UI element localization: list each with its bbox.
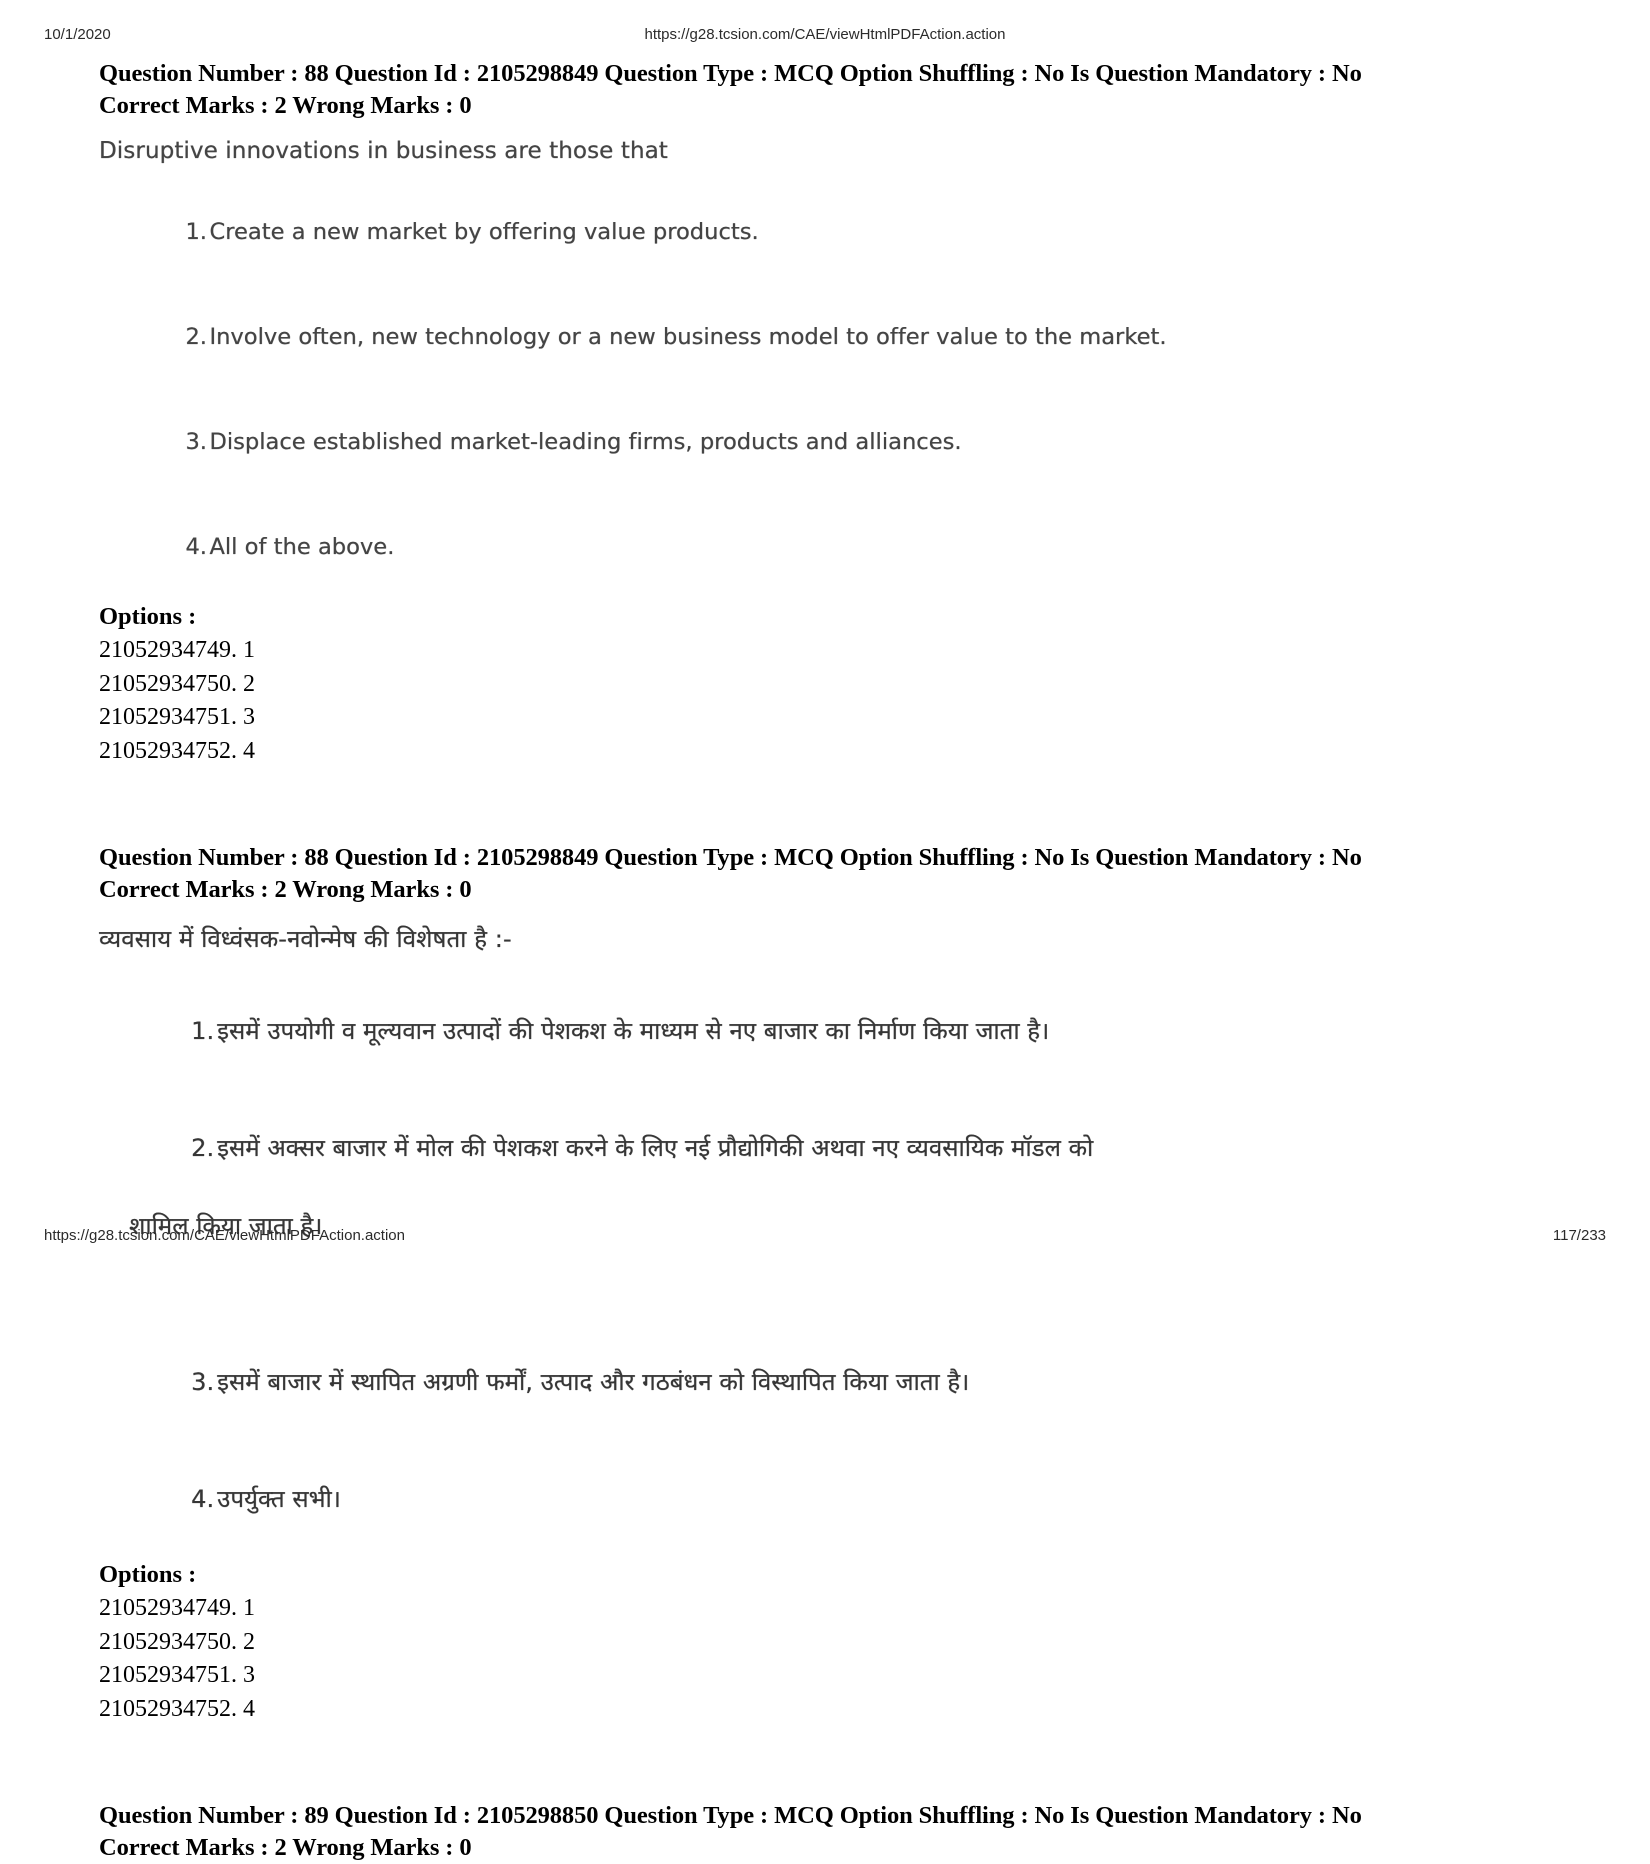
option-row: 21052934750. 2 [99,1628,255,1655]
choice-text: इसमें बाजार में स्थापित अग्रणी फर्मों, उ… [217,1368,970,1396]
choice-number: 2. [185,324,208,350]
choice-item: 4. उपर्युक्त सभी। [99,1441,1559,1558]
option-row: 21052934750. 2 [99,670,255,697]
print-header-url: https://g28.tcsion.com/CAE/viewHtmlPDFAc… [644,26,1006,43]
choice-item: 4. All of the above. [99,495,1559,600]
choice-item: 1. Create a new market by offering value … [99,180,1559,285]
question-stem-english: Disruptive innovations in business are t… [99,136,1559,600]
question-meta-line-2: Correct Marks : 2 Wrong Marks : 0 [99,1834,472,1861]
option-row: 21052934751. 3 [99,1662,255,1688]
choice-text: Displace established market-leading firm… [209,429,962,455]
choice-text: इसमें उपयोगी व मूल्यवान उत्पादों की पेशक… [217,1017,1050,1045]
choice-text: Involve often, new technology or a new b… [209,324,1167,350]
choice-text: Create a new market by offering value pr… [209,219,759,245]
choice-item: 1. इसमें उपयोगी व मूल्यवान उत्पादों की पे… [99,973,1559,1090]
choice-number: 1. [191,1017,215,1045]
choice-number: 4. [185,534,208,560]
option-row: 21052934749. 1 [99,637,255,663]
question-stem-text: Disruptive innovations in business are t… [99,138,668,164]
options-label: Options : [99,1561,197,1588]
question-choices-english: 1. Create a new market by offering value … [99,180,1559,600]
document-content: Question Number : 88 Question Id : 21052… [99,58,1559,1864]
question-stem-text: व्यवसाय में विध्वंसक-नवोन्मेष की विशेषता… [99,925,512,953]
choice-item: 3. Displace established market-leading fi… [99,390,1559,495]
question-choices-hindi: 1. इसमें उपयोगी व मूल्यवान उत्पादों की पे… [99,973,1559,1558]
print-header: 10/1/2020 https://g28.tcsion.com/CAE/vie… [0,26,1650,46]
option-row: 21052934749. 1 [99,1595,255,1621]
choice-number: 4. [191,1485,215,1513]
choice-text: All of the above. [209,534,395,560]
option-row: 21052934752. 4 [99,737,255,764]
options-list-hindi: 21052934749. 1 21052934750. 2 2105293475… [99,1592,1559,1726]
choice-number: 1. [185,219,208,245]
question-block-hindi: Question Number : 88 Question Id : 21052… [99,842,1559,1726]
question-meta-line-1: Question Number : 88 Question Id : 21052… [99,844,1362,871]
choice-item: 3. इसमें बाजार में स्थापित अग्रणी फर्मों,… [99,1324,1559,1441]
choice-item: 2. Involve often, new technology or a new… [99,285,1559,390]
choice-item: 2. इसमें अक्सर बाजार में मोल की पेशकश करन… [99,1090,1559,1324]
choice-text: इसमें अक्सर बाजार में मोल की पेशकश करने … [217,1134,1094,1162]
options-list-english: 21052934749. 1 21052934750. 2 2105293475… [99,634,1559,768]
option-row: 21052934752. 4 [99,1695,255,1722]
question-meta-line-1: Question Number : 89 Question Id : 21052… [99,1802,1362,1829]
question-meta-line-2: Correct Marks : 2 Wrong Marks : 0 [99,92,472,119]
choice-number: 2. [191,1134,215,1162]
choice-number: 3. [185,429,208,455]
question-meta-line-1: Question Number : 88 Question Id : 21052… [99,60,1362,87]
question-meta-line-2: Correct Marks : 2 Wrong Marks : 0 [99,876,472,903]
page-number: 117/233 [1552,1227,1606,1244]
option-row: 21052934751. 3 [99,704,255,730]
pdf-page: 10/1/2020 https://g28.tcsion.com/CAE/vie… [0,0,1650,1861]
question-block-next: Question Number : 89 Question Id : 21052… [99,1800,1559,1864]
choice-number: 3. [191,1368,215,1396]
print-footer: https://g28.tcsion.com/CAE/viewHtmlPDFAc… [0,1227,1650,1247]
question-block-english: Question Number : 88 Question Id : 21052… [99,58,1559,768]
print-footer-url: https://g28.tcsion.com/CAE/viewHtmlPDFAc… [44,1227,405,1244]
options-label: Options : [99,603,197,630]
choice-text: उपर्युक्त सभी। [217,1485,341,1513]
